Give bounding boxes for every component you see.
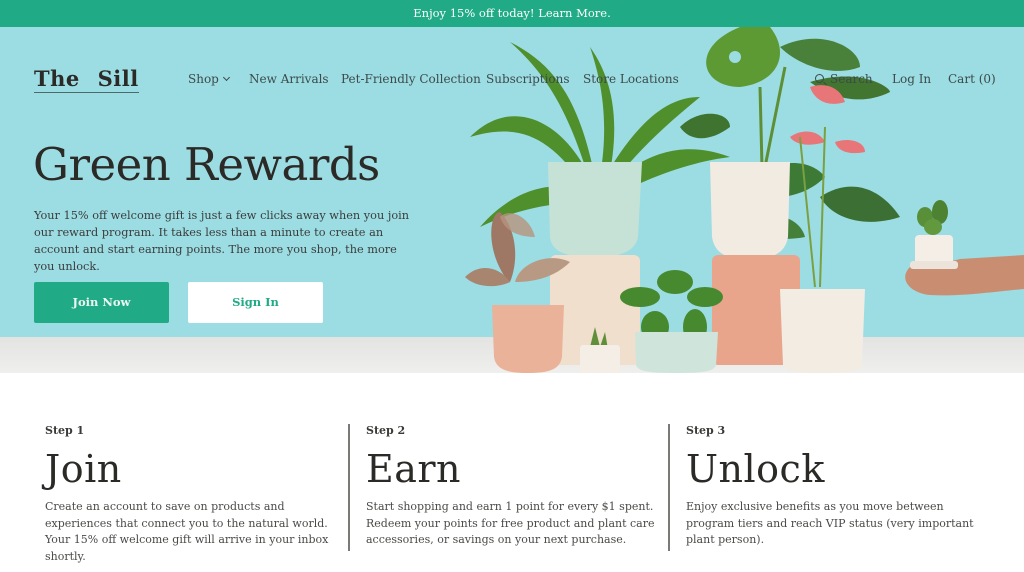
site-logo[interactable]: The Sill <box>34 66 139 93</box>
step-join: Step 1 Join Create an account to save on… <box>45 424 345 565</box>
cart-link[interactable]: Cart (0) <box>948 72 996 86</box>
step-earn: Step 2 Earn Start shopping and earn 1 po… <box>366 424 656 549</box>
step-divider <box>348 424 350 551</box>
promo-banner[interactable]: Enjoy 15% off today! Learn More. <box>0 0 1024 27</box>
step-title: Unlock <box>686 447 825 491</box>
sign-in-button[interactable]: Sign In <box>188 282 323 323</box>
nav-subscriptions[interactable]: Subscriptions <box>486 72 570 86</box>
mint-pot <box>548 162 642 257</box>
chevron-down-icon <box>222 73 230 82</box>
search-icon <box>815 74 824 83</box>
nav-new-arrivals[interactable]: New Arrivals <box>249 72 329 86</box>
step-divider <box>668 424 670 551</box>
anthurium-pot <box>780 289 865 373</box>
step-label: Step 1 <box>45 424 85 437</box>
nav-pet-friendly-collection[interactable]: Pet-Friendly Collection <box>341 72 481 86</box>
nav-shop-label: Shop <box>188 72 219 86</box>
hero-title: Green Rewards <box>33 138 380 191</box>
hero-description: Your 15% off welcome gift is just a few … <box>34 209 410 273</box>
step-title: Earn <box>366 447 462 491</box>
cream-pot <box>710 162 790 259</box>
hand-with-pot <box>905 200 1024 296</box>
nav-store-locations[interactable]: Store Locations <box>583 72 679 86</box>
search-label: Search <box>830 72 873 86</box>
step-description: Start shopping and earn 1 point for ever… <box>366 500 655 546</box>
step-description: Create an account to save on products an… <box>45 500 329 563</box>
step-label: Step 2 <box>366 424 406 437</box>
step-unlock: Step 3 Unlock Enjoy exclusive benefits a… <box>686 424 986 549</box>
hero-section: The Sill Shop New Arrivals Pet-Friendly … <box>0 27 1024 373</box>
login-link[interactable]: Log In <box>892 72 931 86</box>
join-now-button[interactable]: Join Now <box>34 282 169 323</box>
step-label: Step 3 <box>686 424 726 437</box>
step-description: Enjoy exclusive benefits as you move bet… <box>686 500 974 546</box>
small-pink-pot <box>492 305 564 373</box>
search-button[interactable]: Search <box>815 72 873 86</box>
succulent-pot <box>580 345 620 373</box>
pothos-pot <box>635 332 718 373</box>
step-title: Join <box>45 447 122 491</box>
nav-shop[interactable]: Shop <box>188 72 230 86</box>
